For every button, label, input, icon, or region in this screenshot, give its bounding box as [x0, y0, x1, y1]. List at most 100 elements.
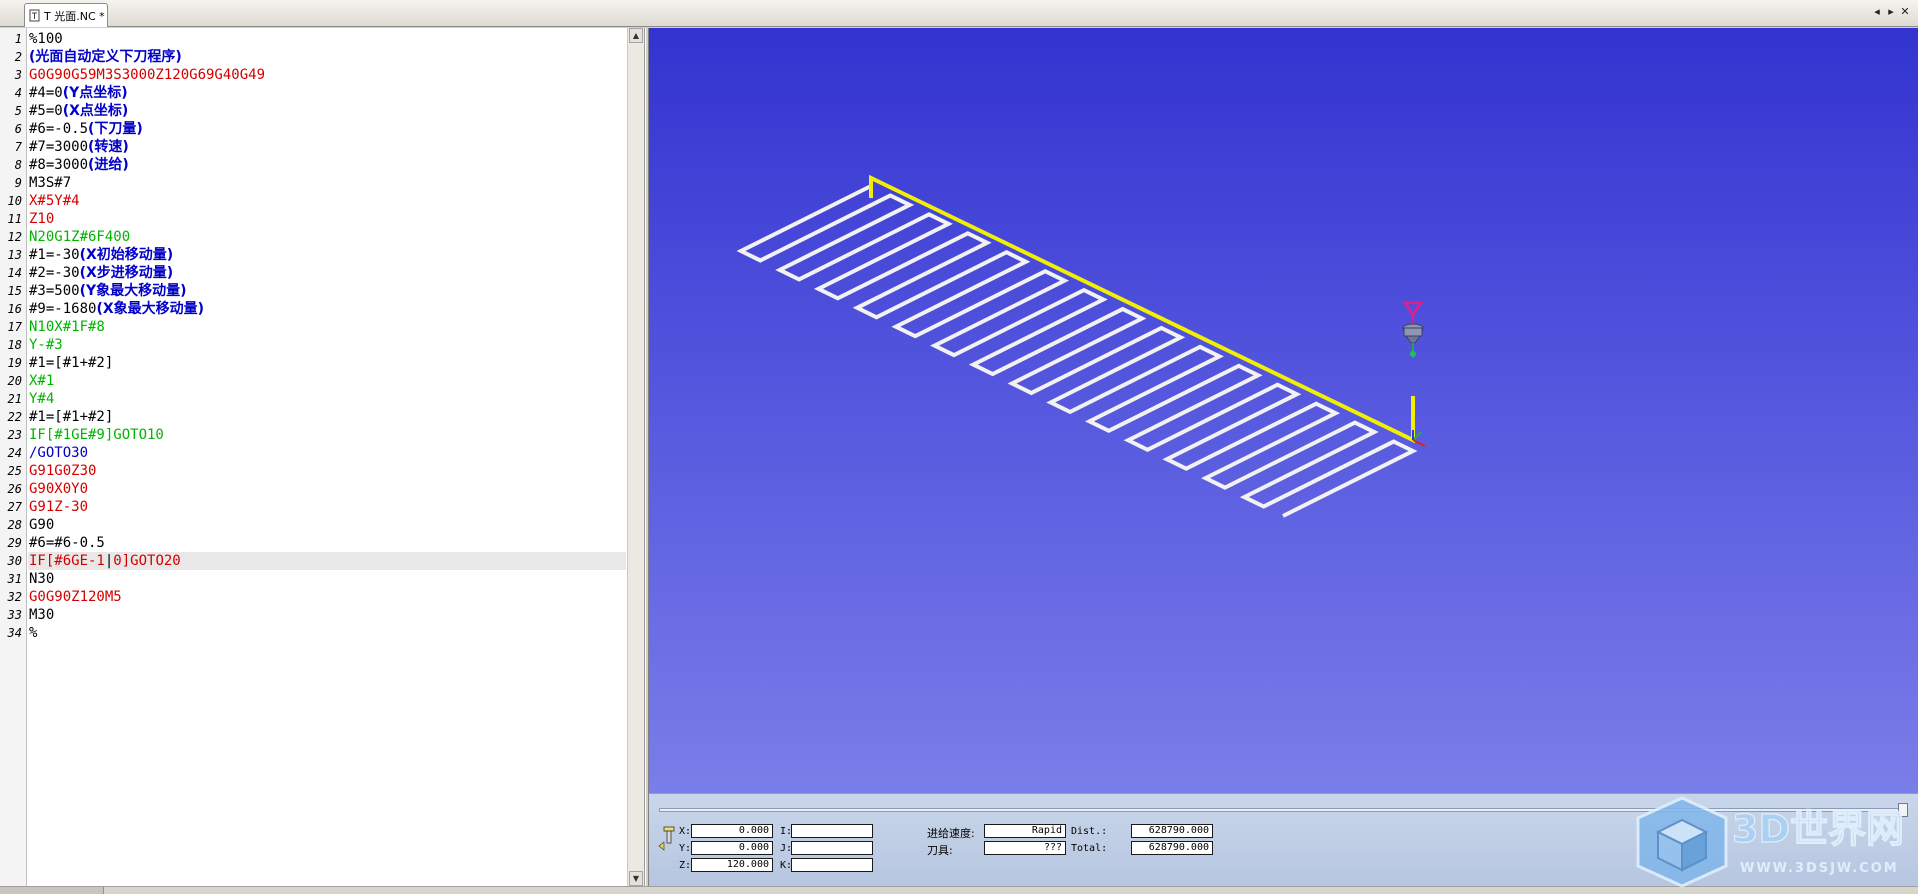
- watermark-url: WWW.3DSJW.COM: [1740, 861, 1899, 876]
- code-area[interactable]: %100 (光面自动定义下刀程序) G0G90G59M3S3000Z120G69G4…: [28, 28, 626, 886]
- dist-label: Dist.:: [1071, 826, 1108, 837]
- line-number: 10: [7, 194, 22, 208]
- code-token: G91G0Z30: [29, 463, 97, 479]
- code-line[interactable]: G90: [28, 516, 626, 534]
- code-line[interactable]: #1=-30(X初始移动量): [28, 246, 626, 264]
- line-number-gutter: 1 2 3 4 5 6 7 8 9 10 11 12 13 14 15 16 17 18 19 20 21 22 23 24 2…: [0, 28, 27, 886]
- dist-field: 628790.000: [1131, 824, 1213, 838]
- line-number: 24: [7, 446, 22, 460]
- line-number: 25: [7, 464, 22, 478]
- line-number: 23: [7, 428, 22, 442]
- feed-toolpath: [736, 184, 1418, 518]
- code-line[interactable]: Z10: [28, 210, 626, 228]
- code-token: #7=3000: [29, 139, 89, 155]
- line-number: 29: [7, 536, 22, 550]
- code-line[interactable]: N20G1Z#6F400: [28, 228, 626, 246]
- code-token: G0G90G59M3S3000Z120G69G40G49: [29, 67, 266, 83]
- code-token: N10X#1F#8: [29, 319, 105, 335]
- line-number: 28: [7, 518, 22, 532]
- line-number: 19: [7, 356, 22, 370]
- code-line[interactable]: #1=[#1+#2]: [28, 354, 626, 372]
- code-line[interactable]: #7=3000(转速): [28, 138, 626, 156]
- code-line-current[interactable]: IF[#6GE-1|0]GOTO20: [28, 552, 626, 570]
- code-token: #1=-30: [29, 247, 80, 263]
- code-line[interactable]: #2=-30(X步进移动量): [28, 264, 626, 282]
- code-line[interactable]: #9=-1680(X象最大移动量): [28, 300, 626, 318]
- scroll-up-arrow-icon[interactable]: ▲: [629, 28, 643, 43]
- j-value-field: [791, 841, 873, 855]
- rapid-toolpath: [869, 174, 1415, 444]
- line-number: 27: [7, 500, 22, 514]
- line-number: 33: [7, 608, 22, 622]
- tab-close-icon[interactable]: ✕: [1900, 5, 1910, 18]
- code-line[interactable]: G0G90G59M3S3000Z120G69G40G49: [28, 66, 626, 84]
- watermark-logo: 3D世界网 WWW.3DSJW.COM: [1636, 796, 1905, 888]
- code-line[interactable]: #8=3000(进给): [28, 156, 626, 174]
- line-number: 11: [7, 212, 22, 226]
- editor-vertical-scrollbar[interactable]: ▲ ▼: [627, 28, 644, 886]
- line-number: 9: [14, 176, 22, 190]
- code-line[interactable]: G91Z-30: [28, 498, 626, 516]
- code-line[interactable]: G0G90Z120M5: [28, 588, 626, 606]
- line-number: 30: [7, 554, 22, 568]
- code-comment: (下刀量): [88, 121, 143, 137]
- line-number: 1: [14, 32, 22, 46]
- toolpath-view: [736, 174, 1426, 518]
- line-number: 12: [7, 230, 22, 244]
- code-token: #9=-1680: [29, 301, 97, 317]
- code-line[interactable]: #6=#6-0.5: [28, 534, 626, 552]
- code-token: #6=#6-0.5: [29, 535, 105, 551]
- code-comment: (转速): [88, 139, 129, 155]
- code-editor[interactable]: 1 2 3 4 5 6 7 8 9 10 11 12 13 14 15 16 17 18 19 20 21 22 23 24 2…: [0, 28, 645, 886]
- line-number: 2: [14, 50, 22, 64]
- code-line[interactable]: #6=-0.5(下刀量): [28, 120, 626, 138]
- code-line[interactable]: N30: [28, 570, 626, 588]
- x-label: X:: [679, 826, 692, 837]
- file-tab[interactable]: T 光面.NC *: [24, 3, 108, 27]
- code-token: GOTO20: [130, 553, 181, 569]
- code-line[interactable]: M3S#7: [28, 174, 626, 192]
- code-comment: (进给): [88, 157, 129, 173]
- code-line[interactable]: N10X#1F#8: [28, 318, 626, 336]
- code-comment: (X步进移动量): [79, 265, 174, 281]
- z-value-field: 120.000: [691, 858, 773, 872]
- line-number: 18: [7, 338, 22, 352]
- code-line[interactable]: #1=[#1+#2]: [28, 408, 626, 426]
- code-token: #2=-30: [29, 265, 80, 281]
- code-token: Y#4: [29, 391, 55, 407]
- code-line[interactable]: #3=500(Y象最大移动量): [28, 282, 626, 300]
- code-line[interactable]: G90X0Y0: [28, 480, 626, 498]
- code-line[interactable]: X#5Y#4: [28, 192, 626, 210]
- code-token: X#1: [29, 373, 55, 389]
- simulation-viewport[interactable]: [649, 28, 1918, 793]
- code-line[interactable]: %: [28, 624, 626, 642]
- code-token: 0]: [113, 553, 131, 569]
- code-line[interactable]: %100: [28, 30, 626, 48]
- code-line[interactable]: (光面自动定义下刀程序): [28, 48, 626, 66]
- code-line[interactable]: #4=0(Y点坐标): [28, 84, 626, 102]
- code-token: Y-#3: [29, 337, 63, 353]
- code-line[interactable]: G91G0Z30: [28, 462, 626, 480]
- code-line[interactable]: IF[#1GE#9]GOTO10: [28, 426, 626, 444]
- code-line[interactable]: Y#4: [28, 390, 626, 408]
- code-line[interactable]: /GOTO30: [28, 444, 626, 462]
- code-line[interactable]: #5=0(X点坐标): [28, 102, 626, 120]
- line-number: 34: [7, 626, 22, 640]
- scroll-down-arrow-icon[interactable]: ▼: [629, 871, 643, 886]
- code-line[interactable]: X#1: [28, 372, 626, 390]
- tab-strip: T 光面.NC * ◂ ▸ ✕: [0, 0, 1918, 27]
- feed-rate-label: 进给速度:: [927, 827, 975, 840]
- code-token: #1=[#1+#2]: [29, 355, 114, 371]
- line-number: 31: [7, 572, 22, 586]
- code-token: X#5Y#4: [29, 193, 80, 209]
- tab-scroll-left-icon[interactable]: ◂: [1872, 5, 1882, 18]
- tab-navigation: ◂ ▸ ✕: [1872, 5, 1910, 18]
- code-line[interactable]: Y-#3: [28, 336, 626, 354]
- line-number: 20: [7, 374, 22, 388]
- line-number: 26: [7, 482, 22, 496]
- total-field: 628790.000: [1131, 841, 1213, 855]
- code-token: /GOTO30: [29, 445, 89, 461]
- tab-scroll-right-icon[interactable]: ▸: [1886, 5, 1896, 18]
- code-line[interactable]: M30: [28, 606, 626, 624]
- nc-file-icon: [29, 9, 40, 22]
